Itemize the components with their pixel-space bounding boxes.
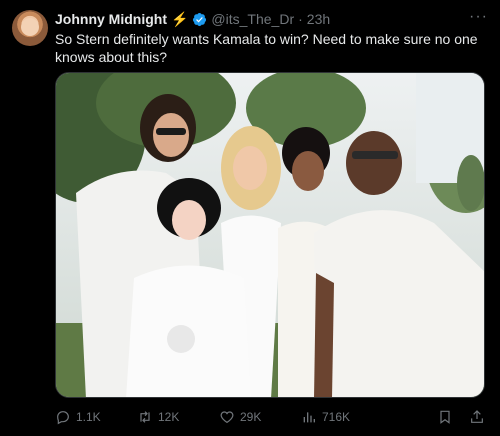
tweet-header: Johnny Midnight ⚡ @its_The_Dr · 23h	[55, 9, 330, 29]
action-bar: 1.1K 12K 29K 716K	[55, 404, 485, 430]
more-options-button[interactable]: ···	[469, 8, 488, 26]
photo-image	[56, 73, 484, 397]
views-button[interactable]: 716K	[301, 409, 397, 425]
reply-count: 1.1K	[76, 410, 101, 424]
views-count: 716K	[322, 410, 351, 424]
heart-icon	[220, 411, 234, 424]
like-button[interactable]: 29K	[219, 409, 301, 425]
tweet-photo[interactable]	[55, 72, 485, 398]
like-count: 29K	[240, 410, 262, 424]
tweet: Johnny Midnight ⚡ @its_The_Dr · 23h ··· …	[0, 0, 500, 436]
reply-icon	[57, 411, 69, 425]
repost-count: 12K	[158, 410, 180, 424]
lightning-emoji: ⚡	[170, 11, 189, 27]
repost-icon	[140, 411, 150, 423]
repost-button[interactable]: 12K	[137, 409, 219, 425]
verified-badge-icon	[193, 12, 207, 26]
timestamp[interactable]: 23h	[307, 11, 330, 27]
tweet-text: So Stern definitely wants Kamala to win?…	[55, 31, 478, 65]
views-icon	[303, 412, 315, 423]
bookmark-icon[interactable]	[437, 409, 453, 425]
author-avatar[interactable]	[12, 10, 48, 46]
separator-dot: ·	[298, 11, 303, 27]
avatar-face	[21, 18, 39, 36]
author-name[interactable]: Johnny Midnight	[55, 11, 167, 27]
action-bar-right	[437, 409, 485, 425]
author-handle[interactable]: @its_The_Dr	[211, 11, 294, 27]
share-icon[interactable]	[469, 409, 485, 425]
reply-button[interactable]: 1.1K	[55, 409, 137, 425]
